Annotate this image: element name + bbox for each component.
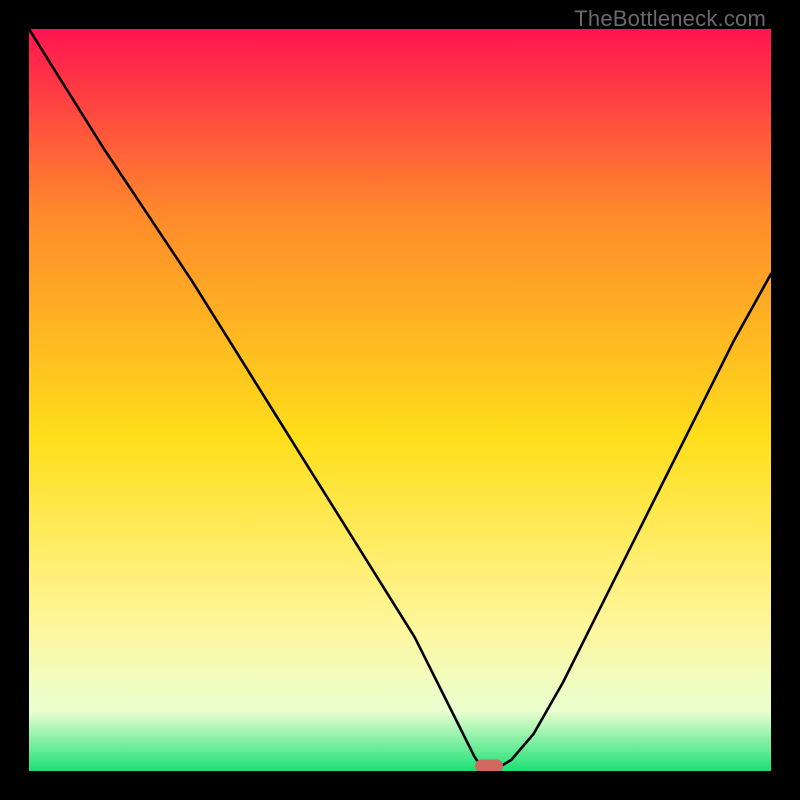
chart-frame: TheBottleneck.com <box>0 0 800 800</box>
plot-area <box>29 29 771 771</box>
optimal-marker <box>475 759 503 771</box>
watermark-text: TheBottleneck.com <box>574 6 766 32</box>
bottleneck-curve <box>29 29 771 771</box>
